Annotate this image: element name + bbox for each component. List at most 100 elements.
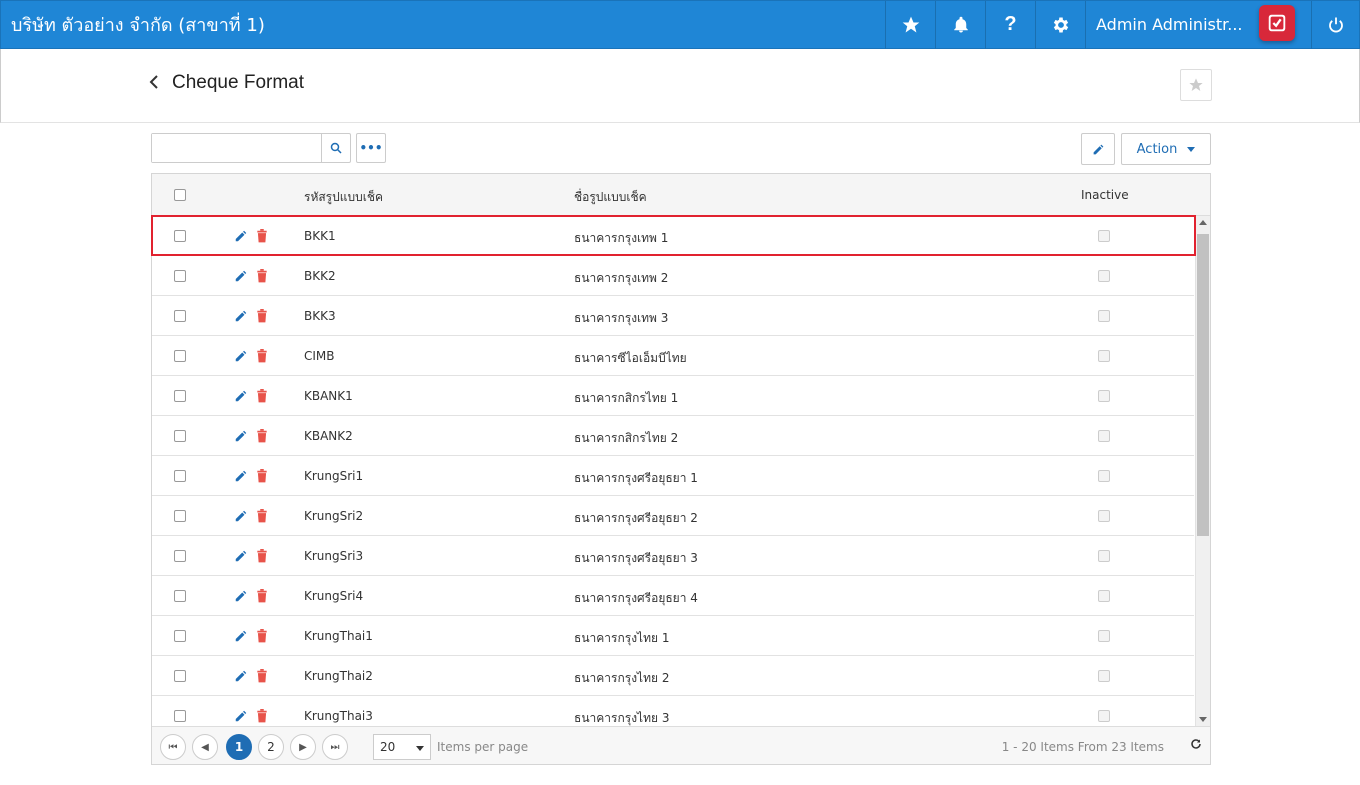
app-badge[interactable] bbox=[1259, 4, 1295, 41]
back-icon[interactable] bbox=[149, 73, 159, 94]
table-row[interactable]: KrungThai2 ธนาคารกรุงไทย 2 bbox=[152, 656, 1194, 696]
row-checkbox[interactable] bbox=[174, 430, 186, 442]
prev-page-button[interactable]: ◀ bbox=[192, 734, 218, 760]
table-row[interactable]: KrungThai1 ธนาคารกรุงไทย 1 bbox=[152, 616, 1194, 656]
more-options-button[interactable]: ••• bbox=[356, 133, 386, 163]
scroll-down-icon[interactable] bbox=[1199, 717, 1207, 722]
table-row[interactable]: KrungSri3 ธนาคารกรุงศรีอยุธยา 3 bbox=[152, 536, 1194, 576]
table-row[interactable]: KrungThai3 ธนาคารกรุงไทย 3 bbox=[152, 696, 1194, 726]
row-name: ธนาคารกสิกรไทย 2 bbox=[574, 431, 679, 445]
scroll-thumb[interactable] bbox=[1197, 234, 1209, 536]
grid-rows: BKK1 ธนาคารกรุงเทพ 1 BKK2 ธนาคารกรุงเทพ 2 BK… bbox=[152, 216, 1194, 726]
delete-icon[interactable] bbox=[256, 629, 268, 646]
gear-icon bbox=[1053, 17, 1068, 32]
row-checkbox[interactable] bbox=[174, 670, 186, 682]
table-row[interactable]: CIMB ธนาคารซีไอเอ็มบีไทย bbox=[152, 336, 1194, 376]
row-code: BKK1 bbox=[304, 229, 336, 243]
edit-icon[interactable] bbox=[234, 469, 248, 486]
scroll-up-icon[interactable] bbox=[1199, 220, 1207, 225]
logout-button[interactable] bbox=[1311, 0, 1359, 49]
row-checkbox[interactable] bbox=[174, 510, 186, 522]
edit-icon[interactable] bbox=[234, 429, 248, 446]
data-grid: รหัสรูปแบบเช็ค ชื่อรูปแบบเช็ค Inactive B… bbox=[151, 173, 1211, 765]
table-row[interactable]: BKK1 ธนาคารกรุงเทพ 1 bbox=[152, 216, 1194, 256]
edit-icon[interactable] bbox=[234, 309, 248, 326]
row-checkbox[interactable] bbox=[174, 390, 186, 402]
company-name[interactable]: บริษัท ตัวอย่าง จำกัด (สาขาที่ 1) bbox=[1, 10, 885, 39]
row-checkbox[interactable] bbox=[174, 550, 186, 562]
table-row[interactable]: KBANK2 ธนาคารกสิกรไทย 2 bbox=[152, 416, 1194, 456]
edit-icon[interactable] bbox=[234, 589, 248, 606]
row-checkbox[interactable] bbox=[174, 310, 186, 322]
action-label: Action bbox=[1136, 141, 1178, 157]
edit-icon[interactable] bbox=[234, 669, 248, 686]
edit-icon[interactable] bbox=[234, 709, 248, 726]
delete-icon[interactable] bbox=[256, 669, 268, 686]
page-size-select[interactable]: 20 bbox=[373, 734, 431, 760]
bell-icon bbox=[953, 16, 968, 32]
column-header-name[interactable]: ชื่อรูปแบบเช็ค bbox=[574, 188, 647, 207]
first-page-button[interactable]: ⏮ bbox=[160, 734, 186, 760]
last-page-button[interactable]: ⏭ bbox=[322, 734, 348, 760]
row-code: KBANK2 bbox=[304, 429, 353, 443]
delete-icon[interactable] bbox=[256, 429, 268, 446]
row-checkbox[interactable] bbox=[174, 350, 186, 362]
edit-icon[interactable] bbox=[234, 389, 248, 406]
delete-icon[interactable] bbox=[256, 709, 268, 726]
edit-mode-button[interactable] bbox=[1081, 133, 1115, 165]
search-button[interactable] bbox=[321, 134, 350, 162]
favorites-button[interactable] bbox=[885, 0, 935, 49]
add-favorite-button[interactable] bbox=[1180, 69, 1212, 101]
help-button[interactable]: ? bbox=[985, 0, 1035, 49]
edit-icon[interactable] bbox=[234, 509, 248, 526]
table-row[interactable]: BKK2 ธนาคารกรุงเทพ 2 bbox=[152, 256, 1194, 296]
delete-icon[interactable] bbox=[256, 349, 268, 366]
items-per-page-label: Items per page bbox=[437, 740, 529, 754]
table-row[interactable]: KBANK1 ธนาคารกสิกรไทย 1 bbox=[152, 376, 1194, 416]
delete-icon[interactable] bbox=[256, 309, 268, 326]
delete-icon[interactable] bbox=[256, 469, 268, 486]
edit-icon[interactable] bbox=[234, 349, 248, 366]
action-dropdown[interactable]: Action bbox=[1121, 133, 1211, 165]
user-menu[interactable]: Admin Administr... bbox=[1085, 0, 1311, 49]
table-row[interactable]: KrungSri4 ธนาคารกรุงศรีอยุธยา 4 bbox=[152, 576, 1194, 616]
row-checkbox[interactable] bbox=[174, 630, 186, 642]
delete-icon[interactable] bbox=[256, 509, 268, 526]
page-size-value: 20 bbox=[380, 740, 396, 754]
row-checkbox[interactable] bbox=[174, 270, 186, 282]
delete-icon[interactable] bbox=[256, 229, 268, 246]
row-name: ธนาคารซีไอเอ็มบีไทย bbox=[574, 351, 687, 365]
column-header-inactive[interactable]: Inactive bbox=[1081, 188, 1129, 202]
search-input[interactable] bbox=[152, 134, 320, 162]
delete-icon[interactable] bbox=[256, 389, 268, 406]
row-inactive-checkbox bbox=[1098, 510, 1110, 522]
delete-icon[interactable] bbox=[256, 549, 268, 566]
column-header-code[interactable]: รหัสรูปแบบเช็ค bbox=[304, 188, 383, 207]
edit-icon[interactable] bbox=[234, 629, 248, 646]
table-row[interactable]: BKK3 ธนาคารกรุงเทพ 3 bbox=[152, 296, 1194, 336]
settings-button[interactable] bbox=[1035, 0, 1085, 49]
select-all-checkbox[interactable] bbox=[174, 189, 186, 201]
next-page-button[interactable]: ▶ bbox=[290, 734, 316, 760]
row-checkbox[interactable] bbox=[174, 470, 186, 482]
table-row[interactable]: KrungSri2 ธนาคารกรุงศรีอยุธยา 2 bbox=[152, 496, 1194, 536]
row-checkbox[interactable] bbox=[174, 230, 186, 242]
row-inactive-checkbox bbox=[1098, 310, 1110, 322]
row-code: KBANK1 bbox=[304, 389, 353, 403]
refresh-icon[interactable] bbox=[1190, 738, 1202, 754]
row-checkbox[interactable] bbox=[174, 710, 186, 722]
edit-icon[interactable] bbox=[234, 549, 248, 566]
edit-icon[interactable] bbox=[234, 229, 248, 246]
vertical-scrollbar[interactable] bbox=[1195, 216, 1210, 726]
page-2-button[interactable]: 2 bbox=[258, 734, 284, 760]
row-inactive-checkbox bbox=[1098, 710, 1110, 722]
notifications-button[interactable] bbox=[935, 0, 985, 49]
row-name: ธนาคารกรุงไทย 1 bbox=[574, 631, 670, 645]
delete-icon[interactable] bbox=[256, 269, 268, 286]
table-row[interactable]: KrungSri1 ธนาคารกรุงศรีอยุธยา 1 bbox=[152, 456, 1194, 496]
prev-page-icon: ◀ bbox=[201, 741, 209, 753]
delete-icon[interactable] bbox=[256, 589, 268, 606]
page-1-button[interactable]: 1 bbox=[226, 734, 252, 760]
row-checkbox[interactable] bbox=[174, 590, 186, 602]
edit-icon[interactable] bbox=[234, 269, 248, 286]
